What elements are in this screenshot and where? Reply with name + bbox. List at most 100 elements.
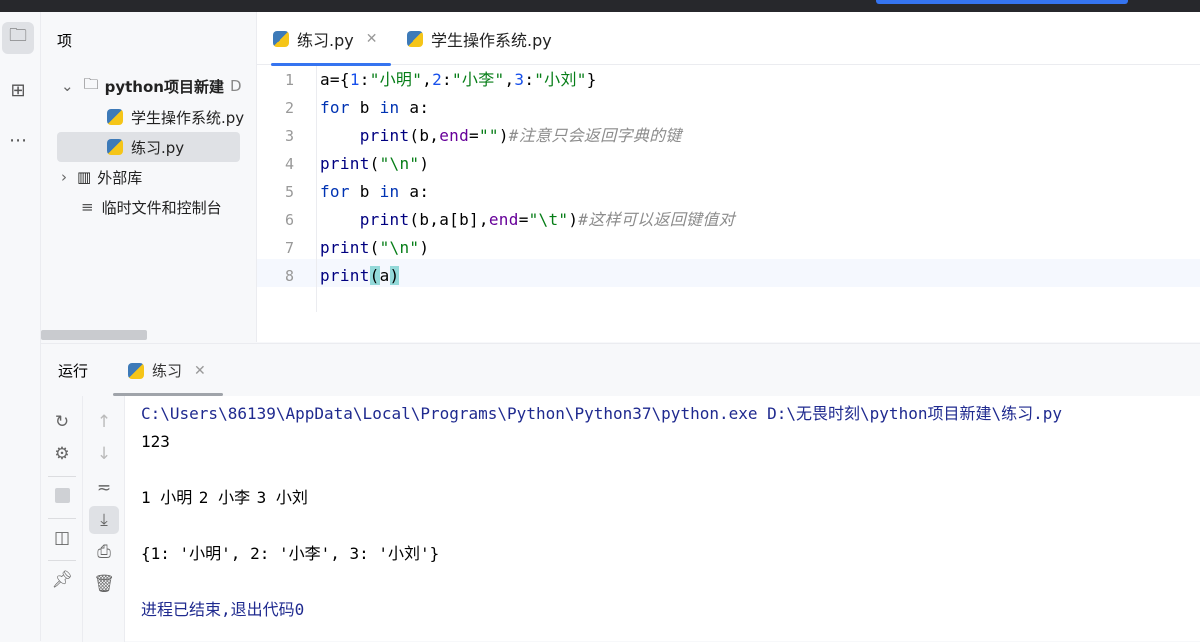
code-token: (b,a[b], (409, 210, 489, 229)
code-token: a: (399, 182, 430, 201)
code-token: a (379, 266, 390, 285)
stop-icon[interactable] (47, 481, 77, 509)
divider (48, 560, 76, 561)
scroll-to-end-icon[interactable]: ⤓ (89, 506, 119, 534)
tree-node[interactable]: 练习.py (57, 132, 240, 162)
path-hint: D (229, 77, 242, 95)
console-line: 1 小明 2 小李 3 小刘 (141, 488, 308, 507)
tree-node[interactable]: 学生操作系统.py (107, 102, 244, 132)
editor-tabs: 练习.py ✕ 学生操作系统.py (257, 12, 1200, 66)
trash-icon[interactable]: 🗑︎ (89, 570, 119, 598)
pin-icon[interactable]: 📌︎ (47, 566, 77, 594)
code-token: ( (369, 154, 380, 173)
soft-wrap-icon[interactable]: ≂ (89, 474, 119, 502)
code-token: b (349, 98, 380, 117)
code-token: print (359, 210, 410, 229)
print-icon[interactable]: ⎙ (89, 538, 119, 566)
code-line[interactable]: for b in a: (320, 178, 429, 206)
folder-icon: 🗀 (83, 74, 99, 93)
code-line[interactable]: print(b,end="")#注意只会返回字典的键 (320, 122, 682, 150)
more-icon[interactable]: ⋯ (2, 124, 34, 156)
code-line[interactable]: print("\n") (320, 150, 429, 178)
code-line[interactable]: print(b,a[b],end="\t")#这样可以返回键值对 (320, 206, 735, 234)
project-panel: 项 ⌄ 🗀 python项目新建 D 学生操作系统.py 练习.py › ▥ 外部库 ≡ 临时文件和… (41, 12, 257, 342)
run-panel: 运行 练习 ✕ ↻ ⚙ ◫ 📌︎ ↑ ↓ ≂ ⤓ ⎙ 🗑︎ C:\Users\86… (41, 343, 1200, 642)
run-tab-label: 练习 (152, 362, 183, 380)
line-number: 3 (284, 127, 294, 145)
python-icon (107, 109, 123, 125)
close-icon[interactable]: ✕ (366, 31, 378, 47)
console-line: 进程已结束,退出代码0 (141, 600, 305, 619)
code-token: print (320, 238, 370, 257)
tree-node[interactable]: › ▥ 外部库 (61, 162, 142, 192)
tab-student-system[interactable]: 学生操作系统.py (407, 12, 552, 65)
code-token: "\n" (379, 238, 420, 257)
code-token: "\t" (528, 210, 569, 229)
horizontal-scrollbar[interactable] (41, 330, 147, 340)
tab-lianxi[interactable]: 练习.py ✕ (270, 12, 392, 66)
library-icon: ▥ (77, 168, 92, 186)
top-action-button[interactable] (876, 0, 1128, 4)
code-line[interactable]: print("\n") (320, 234, 429, 262)
tab-label: 学生操作系统.py (431, 30, 552, 50)
code-token: 3 (514, 70, 525, 89)
folder-icon[interactable]: 🗀 (2, 22, 34, 54)
code-token: ( (369, 266, 380, 285)
chevron-right-icon[interactable]: › (61, 168, 67, 186)
code-token: 2 (432, 70, 443, 89)
code-token: = (469, 126, 479, 145)
run-toolbar: ↻ ⚙ ◫ 📌︎ (41, 396, 83, 642)
tree-node-label: 临时文件和控制台 (101, 198, 222, 217)
arrow-down-icon[interactable]: ↓ (89, 440, 119, 468)
code-token: : (442, 70, 452, 89)
line-number: 5 (284, 183, 294, 201)
run-panel-header: 运行 练习 ✕ (41, 344, 1200, 396)
editor: 练习.py ✕ 学生操作系统.py 12345678 a={1:"小明",2:"小… (257, 12, 1200, 342)
tree-node[interactable]: ≡ 临时文件和控制台 (81, 192, 222, 222)
structure-icon[interactable]: ⊞ (2, 74, 34, 106)
layout-icon[interactable]: ◫ (47, 524, 77, 552)
code-token: #这样可以返回键值对 (578, 210, 735, 229)
line-number: 7 (284, 239, 294, 257)
python-icon (128, 362, 144, 379)
settings-icon[interactable]: ⚙ (47, 440, 77, 468)
code-token: ( (369, 238, 380, 257)
code-token: ) (568, 210, 579, 229)
code-token: ) (419, 154, 430, 173)
code-token: a={ (320, 70, 350, 89)
code-token: ) (498, 126, 509, 145)
run-tab[interactable]: 练习 ✕ (128, 360, 206, 381)
console-toolbar: ↑ ↓ ≂ ⤓ ⎙ 🗑︎ (83, 396, 125, 642)
code-token: b (349, 182, 380, 201)
divider (48, 518, 76, 519)
tab-underline (113, 393, 223, 396)
code-token: (b, (409, 126, 440, 145)
code-token: end (488, 210, 519, 229)
code-token: a: (399, 98, 430, 117)
chevron-down-icon[interactable]: ⌄ (61, 77, 74, 95)
panel-title: 项 (57, 32, 73, 50)
code-token: for (320, 182, 350, 201)
code-token: , (504, 70, 515, 89)
code-line[interactable]: print(a) (320, 262, 400, 290)
scratches-icon: ≡ (81, 198, 94, 216)
arrow-up-icon[interactable]: ↑ (89, 408, 119, 436)
code-token: "" (478, 126, 499, 145)
code-line[interactable]: a={1:"小明",2:"小李",3:"小刘"} (320, 66, 597, 94)
console-line: {1: '小明', 2: '小李', 3: '小刘'} (141, 544, 440, 563)
rerun-icon[interactable]: ↻ (47, 408, 77, 436)
code-token: "小刘" (534, 70, 587, 89)
code-token: #注意只会返回字典的键 (508, 126, 682, 145)
code-line[interactable]: for b in a: (320, 94, 429, 122)
code-token: : (359, 70, 370, 89)
console-line: 123 (141, 432, 170, 451)
code-token: "小明" (369, 70, 423, 89)
tree-node[interactable]: ⌄ 🗀 python项目新建 D (61, 71, 242, 101)
code-token: = (518, 210, 529, 229)
divider (48, 476, 76, 477)
code-token: in (379, 182, 400, 201)
code-token: : (524, 70, 535, 89)
close-icon[interactable]: ✕ (194, 363, 206, 379)
